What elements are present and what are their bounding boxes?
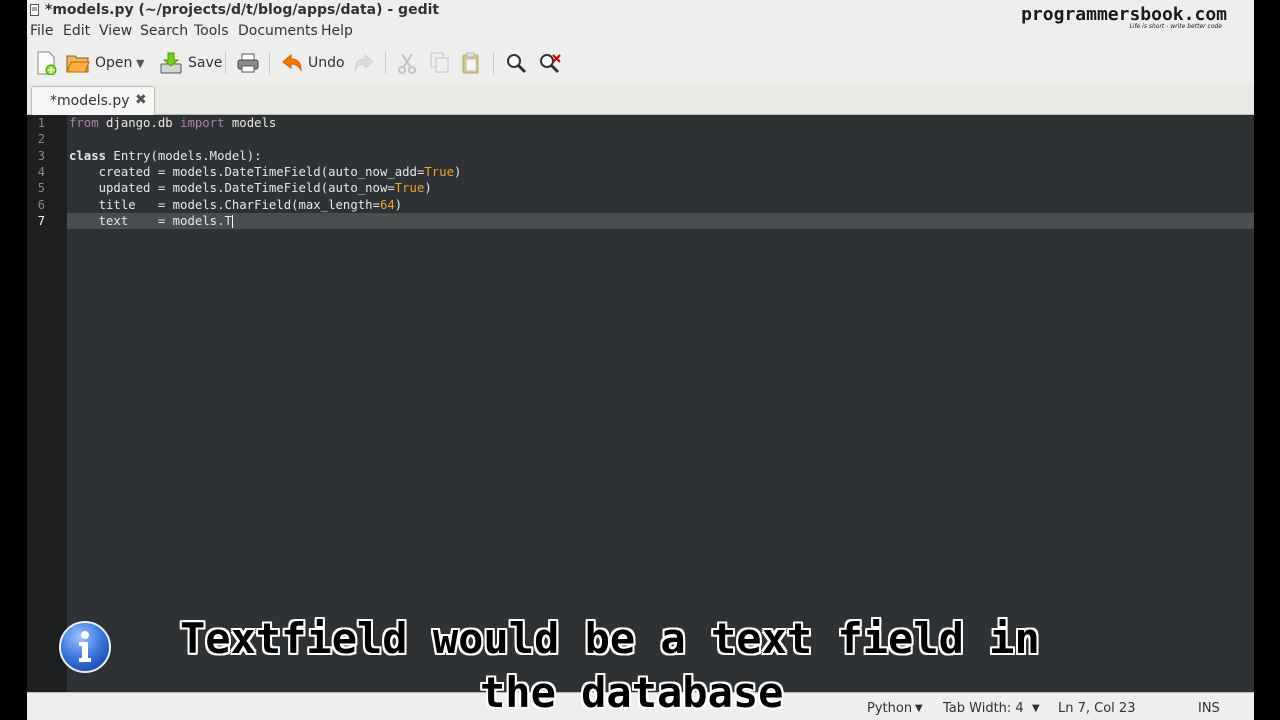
paste-button[interactable]: [461, 50, 481, 76]
toolbar-separator: [493, 52, 494, 74]
cut-button[interactable]: [397, 50, 417, 76]
window-title: *models.py (~/projects/d/t/blog/apps/dat…: [45, 2, 440, 18]
subtitle-line-1: Textfield would be a text field in: [180, 614, 1040, 663]
undo-arrow-icon: [282, 53, 302, 72]
search-icon: [507, 54, 527, 74]
menu-view[interactable]: View: [99, 23, 132, 39]
code-line: created = models.DateTimeField(auto_now_…: [69, 165, 462, 179]
find-replace-button[interactable]: [538, 50, 562, 76]
menu-documents[interactable]: Documents: [238, 23, 318, 39]
document-tab-bar: *models.py ✖: [27, 84, 1254, 115]
toolbar-separator: [269, 52, 270, 74]
code-line: from django.db import models: [69, 116, 277, 130]
code-line: title = models.CharField(max_length=64): [69, 198, 403, 212]
folder-open-icon: [66, 55, 90, 73]
line-number: 1: [37, 116, 45, 130]
toolbar-separator: [225, 52, 226, 74]
code-line: updated = models.DateTimeField(auto_now=…: [69, 181, 432, 195]
code-line: class Entry(models.Model):: [69, 149, 262, 163]
code-editor[interactable]: 1 2 3 4 5 6 7 from django.db import mode…: [27, 115, 1254, 692]
menu-search[interactable]: Search: [140, 23, 188, 39]
copy-button[interactable]: [430, 50, 450, 76]
tab-models-py[interactable]: *models.py ✖: [31, 86, 155, 115]
chevron-down-icon: ▼: [136, 56, 145, 70]
toolbar-separator: [385, 52, 386, 74]
save-label: Save: [188, 55, 223, 71]
open-button[interactable]: Open: [66, 50, 132, 76]
line-number: 7: [37, 214, 45, 228]
new-button[interactable]: [35, 50, 57, 76]
menu-edit[interactable]: Edit: [63, 23, 90, 39]
redo-button[interactable]: [353, 50, 375, 76]
subtitle-line-2: the database: [480, 668, 784, 717]
close-icon[interactable]: ✖: [135, 92, 147, 108]
redo-arrow-icon: [354, 53, 374, 72]
open-label: Open: [95, 55, 133, 71]
print-button[interactable]: [237, 50, 259, 76]
chevron-down-icon: ▼: [915, 703, 923, 714]
line-number: 3: [37, 149, 45, 163]
tab-width-selector[interactable]: Tab Width: 4: [943, 701, 1024, 716]
toolbar: Open ▼ Save Undo: [27, 42, 1254, 84]
scissors-icon: [398, 53, 416, 74]
info-icon: [59, 621, 111, 673]
save-download-icon: [160, 52, 182, 74]
line-number: 5: [37, 181, 45, 195]
search-replace-icon: [540, 54, 561, 74]
clipboard-paste-icon: [462, 52, 479, 74]
new-document-icon: [37, 51, 57, 75]
current-line-highlight: [67, 213, 1254, 229]
save-button[interactable]: Save: [159, 50, 222, 76]
line-number: 2: [37, 132, 45, 146]
menu-help[interactable]: Help: [321, 23, 353, 39]
line-number: 6: [37, 198, 45, 212]
copy-icon: [430, 52, 449, 73]
language-selector[interactable]: Python: [867, 701, 912, 716]
undo-button[interactable]: Undo: [281, 50, 345, 76]
line-number-gutter: 1 2 3 4 5 6 7: [27, 115, 67, 692]
cursor-position: Ln 7, Col 23: [1058, 701, 1136, 716]
insert-mode: INS: [1198, 701, 1220, 716]
menu-bar: File Edit View Search Tools Documents He…: [27, 22, 1254, 42]
open-recent-dropdown[interactable]: ▼: [136, 50, 144, 76]
document-edit-icon: [30, 4, 39, 16]
chevron-down-icon: ▼: [1032, 703, 1040, 714]
gedit-window: *models.py (~/projects/d/t/blog/apps/dat…: [27, 0, 1254, 720]
printer-icon: [237, 53, 259, 73]
find-button[interactable]: [505, 50, 527, 76]
code-line: text = models.T: [69, 214, 233, 228]
tab-label: *models.py: [50, 93, 130, 109]
line-number: 4: [37, 165, 45, 179]
menu-tools[interactable]: Tools: [194, 23, 229, 39]
undo-label: Undo: [308, 55, 345, 71]
menu-file[interactable]: File: [30, 23, 53, 39]
